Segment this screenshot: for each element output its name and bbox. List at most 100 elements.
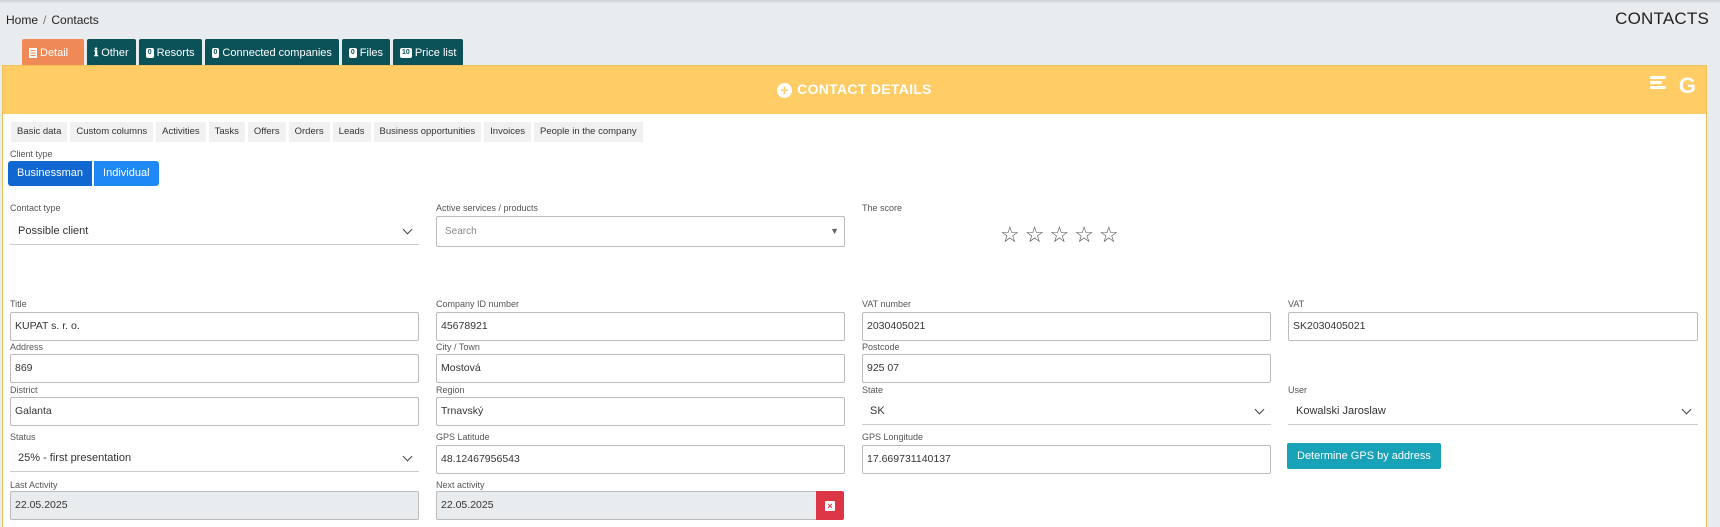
breadcrumb-home[interactable]: Home bbox=[6, 13, 38, 27]
document-icon bbox=[29, 47, 37, 58]
breadcrumb-current: Contacts bbox=[51, 13, 99, 27]
gps-longitude-label: GPS Longitude bbox=[862, 432, 924, 442]
tab-connected-companies-label: Connected companies bbox=[222, 46, 332, 59]
tab-other-label: Other bbox=[101, 46, 129, 59]
user-select[interactable]: Kowalski Jaroslaw bbox=[1288, 397, 1698, 425]
tab-resorts[interactable]: 0 Resorts bbox=[138, 39, 202, 66]
last-activity-label: Last Activity bbox=[10, 480, 58, 490]
company-id-input[interactable]: 45678921 bbox=[436, 312, 845, 341]
status-select[interactable]: 25% - first presentation bbox=[10, 444, 419, 472]
panel-title[interactable]: + CONTACT DETAILS bbox=[3, 81, 1706, 98]
page-title: CONTACTS bbox=[1615, 9, 1709, 28]
panel-header: + CONTACT DETAILS G bbox=[3, 66, 1706, 114]
determine-gps-button[interactable]: Determine GPS by address bbox=[1287, 443, 1441, 469]
vat-number-input[interactable]: 2030405021 bbox=[862, 312, 1271, 341]
district-label: District bbox=[10, 385, 38, 395]
close-icon: × bbox=[825, 500, 835, 511]
district-input[interactable]: Galanta bbox=[10, 397, 419, 426]
tab-price-list-badge: 10 bbox=[400, 47, 412, 58]
tab-connected-companies[interactable]: 0 Connected companies bbox=[204, 39, 339, 66]
vat-label: VAT bbox=[1288, 299, 1305, 309]
subtab-basic-data[interactable]: Basic data bbox=[11, 122, 68, 142]
subtabs: Basic data Custom columns Activities Tas… bbox=[11, 122, 646, 142]
active-services-placeholder: Search bbox=[445, 226, 477, 237]
score-stars: ☆ ☆ ☆ ☆ ☆ bbox=[1000, 224, 1124, 246]
clear-next-activity-button[interactable]: × bbox=[816, 491, 844, 520]
vat-number-label: VAT number bbox=[862, 299, 912, 309]
postcode-input[interactable]: 925 07 bbox=[862, 354, 1271, 383]
company-id-label: Company ID number bbox=[436, 299, 520, 309]
subtab-business-opportunities[interactable]: Business opportunities bbox=[373, 122, 482, 142]
gps-longitude-input[interactable]: 17.669731140137 bbox=[862, 445, 1271, 474]
title-label: Title bbox=[10, 299, 27, 309]
individual-button[interactable]: Individual bbox=[94, 161, 159, 186]
tab-price-list-label: Price list bbox=[414, 46, 457, 59]
address-label: Address bbox=[10, 342, 44, 352]
google-icon[interactable]: G bbox=[1679, 73, 1696, 99]
info-icon: ℹ bbox=[94, 47, 99, 59]
breadcrumb: Home / Contacts bbox=[6, 13, 99, 27]
star-icon-5[interactable]: ☆ bbox=[1099, 224, 1119, 246]
subtab-offers[interactable]: Offers bbox=[247, 122, 286, 142]
region-label: Region bbox=[436, 385, 465, 395]
client-type-group: Businessman Individual bbox=[8, 161, 159, 186]
panel-title-text: CONTACT DETAILS bbox=[797, 81, 932, 97]
subtab-custom-columns[interactable]: Custom columns bbox=[70, 122, 154, 142]
tab-detail[interactable]: Detail bbox=[22, 39, 84, 66]
businessman-button[interactable]: Businessman bbox=[8, 161, 93, 186]
next-activity-input[interactable]: 22.05.2025 bbox=[436, 491, 817, 520]
active-services-label: Active services / products bbox=[436, 203, 539, 213]
contact-type-select[interactable]: Possible client bbox=[10, 217, 419, 245]
subtab-people-in-company[interactable]: People in the company bbox=[534, 122, 643, 142]
tab-files-label: Files bbox=[359, 46, 384, 59]
subtab-invoices[interactable]: Invoices bbox=[484, 122, 531, 142]
postcode-label: Postcode bbox=[862, 342, 900, 352]
tab-files-badge: 0 bbox=[348, 47, 357, 58]
tab-price-list[interactable]: 10 Price list bbox=[393, 39, 464, 66]
active-services-search[interactable]: Search ▼ bbox=[436, 216, 845, 247]
tab-other[interactable]: ℹ Other bbox=[87, 39, 136, 66]
contact-type-label: Contact type bbox=[10, 203, 61, 213]
city-input[interactable]: Mostová bbox=[436, 354, 845, 383]
subtab-leads[interactable]: Leads bbox=[332, 122, 371, 142]
star-icon-2[interactable]: ☆ bbox=[1025, 224, 1045, 246]
client-type-label: Client type bbox=[10, 149, 53, 159]
next-activity-label: Next activity bbox=[436, 480, 485, 490]
subtab-orders[interactable]: Orders bbox=[288, 122, 330, 142]
main-tabs: Detail ℹ Other 0 Resorts 0 Connected com… bbox=[22, 39, 466, 66]
address-input[interactable]: 869 bbox=[10, 354, 419, 383]
score-label: The score bbox=[862, 203, 903, 213]
user-label: User bbox=[1288, 385, 1308, 395]
city-label: City / Town bbox=[436, 342, 480, 352]
vat-input[interactable]: SK2030405021 bbox=[1288, 312, 1698, 341]
status-label: Status bbox=[10, 432, 36, 442]
subtab-activities[interactable]: Activities bbox=[156, 122, 206, 142]
state-value: SK bbox=[870, 405, 885, 417]
gps-latitude-input[interactable]: 48.12467956543 bbox=[436, 445, 845, 474]
region-input[interactable]: Trnavský bbox=[436, 397, 845, 426]
star-icon-4[interactable]: ☆ bbox=[1074, 224, 1094, 246]
status-value: 25% - first presentation bbox=[18, 452, 132, 464]
chevron-down-icon bbox=[402, 224, 413, 235]
tab-files[interactable]: 0 Files bbox=[341, 39, 391, 66]
star-icon-1[interactable]: ☆ bbox=[1000, 224, 1020, 246]
star-icon-3[interactable]: ☆ bbox=[1049, 224, 1069, 246]
contact-type-value: Possible client bbox=[18, 225, 89, 237]
chevron-down-icon bbox=[1254, 404, 1265, 415]
chevron-down-icon bbox=[1681, 404, 1692, 415]
last-activity-input[interactable]: 22.05.2025 bbox=[10, 491, 419, 520]
caret-down-icon: ▼ bbox=[830, 226, 839, 236]
tab-connected-companies-badge: 0 bbox=[211, 47, 220, 58]
user-value: Kowalski Jaroslaw bbox=[1296, 405, 1386, 417]
tab-detail-label: Detail bbox=[40, 46, 69, 59]
tab-resorts-label: Resorts bbox=[156, 46, 195, 59]
tab-resorts-badge: 0 bbox=[145, 47, 154, 58]
chevron-down-icon bbox=[402, 451, 413, 462]
gps-latitude-label: GPS Latitude bbox=[436, 432, 490, 442]
state-select[interactable]: SK bbox=[862, 397, 1271, 425]
settings-list-icon[interactable] bbox=[1650, 76, 1666, 94]
subtab-tasks[interactable]: Tasks bbox=[208, 122, 245, 142]
top-shadow bbox=[0, 0, 1720, 4]
state-label: State bbox=[862, 385, 884, 395]
title-input[interactable]: KUPAT s. r. o. bbox=[10, 312, 419, 341]
